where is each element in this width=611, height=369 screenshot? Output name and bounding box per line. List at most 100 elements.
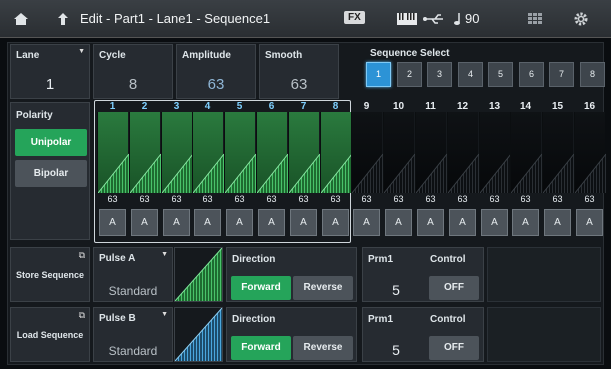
pulse-a-forward-button[interactable]: Forward [231, 276, 291, 300]
grid-icon[interactable] [527, 7, 547, 31]
sequence-button-8[interactable]: 8 [580, 62, 605, 87]
step-bar[interactable] [383, 112, 416, 194]
up-arrow-icon[interactable] [54, 7, 72, 31]
step-bar[interactable] [97, 112, 130, 194]
step-value: 63 [489, 194, 500, 204]
pulse-b-direction-label: Direction [232, 314, 276, 325]
step-number: 14 [519, 101, 532, 112]
cycle-panel[interactable]: Cycle 8 [93, 44, 173, 99]
step-bar[interactable] [574, 112, 607, 194]
step-number: 15 [551, 101, 564, 112]
step-value: 63 [584, 194, 595, 204]
step-bar[interactable] [192, 112, 225, 194]
step-type-button[interactable]: A [194, 209, 221, 236]
step-bar[interactable] [351, 112, 384, 194]
step-bar[interactable] [415, 112, 448, 194]
load-sequence-label: Load Sequence [16, 330, 84, 340]
popup-icon: ⧉ [78, 250, 85, 260]
step-value: 63 [520, 194, 531, 204]
step-type-button[interactable]: A [512, 209, 539, 236]
step-type-button[interactable]: A [131, 209, 158, 236]
step-value: 63 [425, 194, 436, 204]
step-type-button[interactable]: A [99, 209, 126, 236]
home-icon[interactable] [10, 7, 32, 31]
pulse-a-prm1-value[interactable]: 5 [367, 282, 425, 298]
sequence-button-5[interactable]: 5 [488, 62, 513, 87]
store-sequence-label: Store Sequence [15, 270, 85, 280]
bipolar-button[interactable]: Bipolar [15, 160, 87, 187]
store-sequence-button[interactable]: ⧉ Store Sequence [10, 247, 90, 302]
step-value: 63 [139, 194, 150, 204]
sequence-button-4[interactable]: 4 [458, 62, 483, 87]
step-type-button[interactable]: A [322, 209, 349, 236]
step-type-button[interactable]: A [385, 209, 412, 236]
lane-panel[interactable]: Lane ▼ 1 [10, 44, 90, 99]
step-value: 63 [234, 194, 245, 204]
pulse-b-direction-panel: Direction Forward Reverse [226, 307, 357, 362]
sequence-button-6[interactable]: 6 [519, 62, 544, 87]
step-number: 7 [300, 101, 307, 112]
cycle-label: Cycle [99, 50, 126, 61]
keyboard-icon [396, 7, 418, 31]
step-type-button[interactable]: A [417, 209, 444, 236]
load-sequence-button[interactable]: ⧉ Load Sequence [10, 307, 90, 362]
step-type-button[interactable]: A [226, 209, 253, 236]
pulse-b-reverse-button[interactable]: Reverse [293, 336, 353, 360]
step-bar[interactable] [542, 112, 575, 194]
step-bar[interactable] [256, 112, 289, 194]
step-bar[interactable] [224, 112, 257, 194]
step-bar[interactable] [288, 112, 321, 194]
pulse-b-value: Standard [108, 344, 158, 358]
polarity-panel: Polarity Unipolar Bipolar [10, 102, 90, 240]
step-bar[interactable] [479, 112, 512, 194]
pulse-a-control-label: Control [430, 254, 466, 265]
step-type-button[interactable]: A [481, 209, 508, 236]
tempo-value[interactable]: 90 [465, 11, 479, 26]
amplitude-value: 63 [207, 76, 225, 93]
step-bar[interactable] [161, 112, 194, 194]
smooth-panel[interactable]: Smooth 63 [259, 44, 339, 99]
pulse-b-control-button[interactable]: OFF [429, 336, 479, 360]
step-type-button[interactable]: A [163, 209, 190, 236]
sequence-button-1[interactable]: 1 [366, 62, 391, 87]
pulse-a-select[interactable]: Pulse A ▼ Standard [93, 247, 173, 302]
step-bar[interactable] [320, 112, 353, 194]
pulse-a-params-panel: Prm1 Control 5 OFF [362, 247, 484, 302]
step-value: 63 [202, 194, 213, 204]
unipolar-button[interactable]: Unipolar [15, 129, 87, 156]
sequence-button-3[interactable]: 3 [427, 62, 452, 87]
step-value: 63 [266, 194, 277, 204]
pulse-b-select[interactable]: Pulse B ▼ Standard [93, 307, 173, 362]
sequence-button-2[interactable]: 2 [397, 62, 422, 87]
sequence-button-7[interactable]: 7 [549, 62, 574, 87]
step-type-button[interactable]: A [258, 209, 285, 236]
step-value: 63 [298, 194, 309, 204]
step-bar[interactable] [510, 112, 543, 194]
gear-icon[interactable] [572, 7, 590, 31]
step-type-button[interactable]: A [544, 209, 571, 236]
step-value: 63 [107, 194, 118, 204]
step-type-button[interactable]: A [576, 209, 603, 236]
step-bar[interactable] [447, 112, 480, 194]
popup-icon: ⧉ [78, 310, 85, 320]
lane-value: 1 [45, 76, 55, 93]
dropdown-arrow-icon: ▼ [161, 311, 168, 318]
step-number: 13 [488, 101, 501, 112]
cycle-value: 8 [128, 76, 138, 93]
step-type-button[interactable]: A [290, 209, 317, 236]
pulse-a-reverse-button[interactable]: Reverse [293, 276, 353, 300]
amplitude-panel[interactable]: Amplitude 63 [176, 44, 256, 99]
fx-badge: FX [344, 11, 365, 24]
step-type-button[interactable]: A [449, 209, 476, 236]
pulse-b-prm1-value[interactable]: 5 [367, 342, 425, 358]
pulse-a-value: Standard [108, 284, 158, 298]
step-value: 63 [393, 194, 404, 204]
pulse-a-control-button[interactable]: OFF [429, 276, 479, 300]
pulse-b-forward-button[interactable]: Forward [231, 336, 291, 360]
step-type-button[interactable]: A [353, 209, 380, 236]
empty-panel [487, 247, 601, 302]
pulse-a-waveform [174, 247, 223, 302]
lane-label: Lane [16, 50, 40, 61]
step-bar[interactable] [129, 112, 162, 194]
sequence-select-label: Sequence Select [370, 48, 450, 59]
